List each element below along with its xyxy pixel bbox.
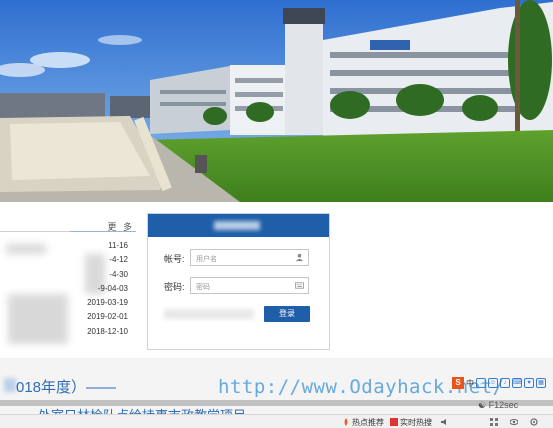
notice-title[interactable]: 018年度）—— xyxy=(16,376,116,397)
news-item[interactable]: 2019-02-01 xyxy=(0,311,140,325)
news-item[interactable]: -4-12 xyxy=(0,254,140,268)
news-item[interactable]: 2019-03-19 xyxy=(0,297,140,311)
keyboard-icon[interactable]: ⌨ xyxy=(512,378,522,388)
account-input[interactable]: 用户名 xyxy=(190,249,309,266)
user-icon xyxy=(295,253,304,262)
scroll-divider xyxy=(0,400,553,406)
news-item[interactable]: -4-30 xyxy=(0,269,140,283)
grid-icon[interactable] xyxy=(490,418,498,426)
mic-icon[interactable]: ♪ xyxy=(500,378,510,388)
toolbox-icon[interactable]: ▦ xyxy=(536,378,546,388)
fire-icon xyxy=(344,418,348,426)
news-date: 2018-12-10 xyxy=(87,326,128,336)
wechat-label: F12sec xyxy=(488,400,519,410)
news-item[interactable]: -9-04-03 xyxy=(0,283,140,297)
password-input[interactable]: 密码 xyxy=(190,277,309,294)
news-item[interactable]: 2018-12-10 xyxy=(0,326,140,340)
ime-toolbar[interactable]: S 中 , ☺ ♪ ⌨ ♥ ▦ xyxy=(452,376,546,390)
login-button[interactable]: 登录 xyxy=(264,306,310,322)
keyboard-icon[interactable] xyxy=(295,281,304,290)
redacted-login-title xyxy=(214,221,260,230)
news-divider xyxy=(0,231,70,232)
emoji-icon[interactable]: ☺ xyxy=(488,378,498,388)
news-list: 11-16 -4-12 -4-30 -9-04-03 2019-03-19 20… xyxy=(0,240,140,340)
more-link[interactable]: 更 多 xyxy=(107,220,134,233)
news-date: -9-04-03 xyxy=(97,283,128,293)
page: 更 多 11-16 -4-12 -4-30 -9-04-03 2019-03-1… xyxy=(0,0,553,428)
live-trending[interactable]: 实时热搜 xyxy=(400,417,432,428)
browser-status-bar: 热点推荐 实时热搜 xyxy=(0,414,553,428)
news-panel: 更 多 11-16 -4-12 -4-30 -9-04-03 2019-03-1… xyxy=(0,214,140,349)
news-date: 2019-03-19 xyxy=(87,298,128,308)
ime-mode[interactable]: 中 xyxy=(466,378,474,389)
wechat-watermark: ☯ F12sec xyxy=(478,400,519,410)
news-icon xyxy=(390,418,398,426)
skin-icon[interactable]: ♥ xyxy=(524,378,534,388)
password-label: 密码: xyxy=(164,282,185,292)
campus-hero-image xyxy=(0,0,553,202)
news-item[interactable]: 11-16 xyxy=(0,240,140,254)
news-date: -4-30 xyxy=(109,269,128,279)
eye-icon[interactable] xyxy=(510,418,518,426)
sogou-icon[interactable]: S xyxy=(452,377,464,389)
news-date: -4-12 xyxy=(109,255,128,265)
password-row: 密码: 密码 xyxy=(164,277,324,295)
hot-recommend[interactable]: 热点推荐 xyxy=(352,417,384,428)
redacted-band-prefix xyxy=(4,378,16,392)
punctuation-icon[interactable]: , xyxy=(476,378,486,388)
gear-icon[interactable] xyxy=(530,418,538,426)
login-panel: 帐号: 用户名 密码: 密码 登录 xyxy=(147,213,330,350)
account-row: 帐号: 用户名 xyxy=(164,249,324,267)
speaker-icon[interactable] xyxy=(440,418,448,426)
redacted-captcha xyxy=(164,309,254,319)
news-date: 2019-02-01 xyxy=(87,312,128,322)
news-date: 11-16 xyxy=(108,241,128,250)
login-header xyxy=(148,214,329,237)
account-label: 帐号: xyxy=(164,254,185,264)
